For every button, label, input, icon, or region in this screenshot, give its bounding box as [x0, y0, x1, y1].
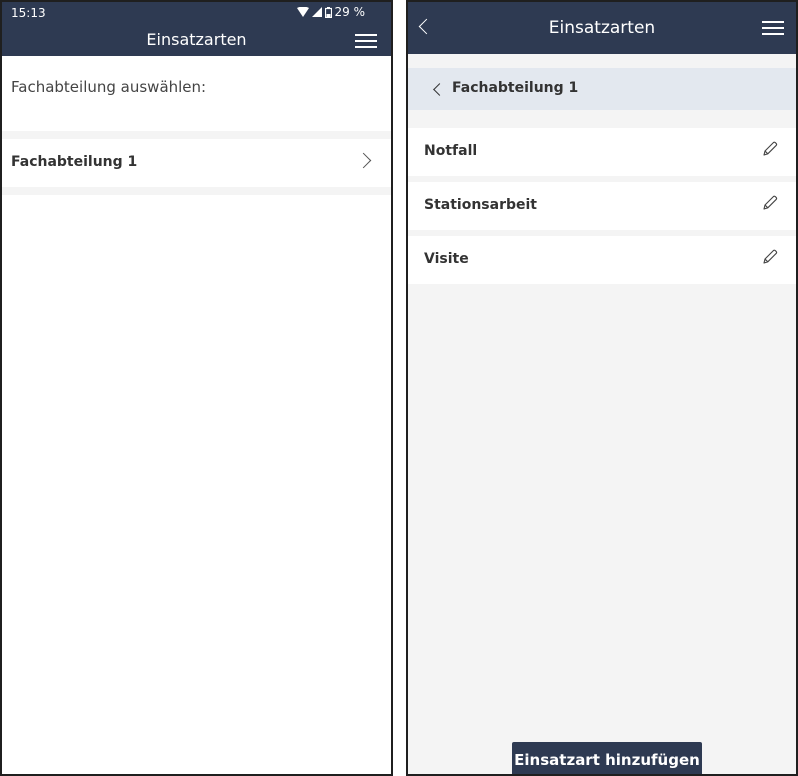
battery-percent: 29 %	[334, 5, 366, 19]
header-bar: Einsatzarten	[2, 24, 391, 56]
pencil-icon[interactable]	[762, 141, 778, 157]
add-assignment-type-button[interactable]: Einsatzart hinzufügen	[512, 742, 702, 774]
select-prompt: Fachabteilung auswählen:	[2, 56, 391, 131]
chevron-right-icon	[355, 152, 372, 169]
content-area	[2, 195, 391, 774]
department-row[interactable]: Fachabteilung 1	[2, 139, 391, 187]
prompt-text: Fachabteilung auswählen:	[11, 78, 207, 96]
pencil-icon[interactable]	[762, 195, 778, 211]
status-icons: 29 %	[296, 5, 366, 19]
chevron-left-icon	[433, 83, 446, 96]
list-item[interactable]: Notfall	[408, 128, 796, 176]
item-label: Stationsarbeit	[424, 197, 537, 213]
list-item[interactable]: Visite	[408, 236, 796, 284]
phone-screen-left: 15:13 29 % Einsatzarten Fachabteilung au…	[0, 0, 393, 776]
wifi-icon	[296, 7, 309, 17]
page-title: Einsatzarten	[548, 18, 656, 38]
page-title: Einsatzarten	[146, 30, 247, 49]
header-bar: Einsatzarten	[408, 2, 796, 54]
pencil-icon[interactable]	[762, 249, 778, 265]
breadcrumb-label: Fachabteilung 1	[452, 80, 579, 96]
department-label: Fachabteilung 1	[11, 154, 138, 170]
phone-screen-right: Einsatzarten Fachabteilung 1 Notfall Sta…	[406, 0, 798, 776]
battery-icon	[324, 6, 332, 18]
item-label: Notfall	[424, 143, 478, 159]
status-bar: 15:13 29 %	[2, 2, 391, 24]
menu-icon[interactable]	[355, 34, 377, 48]
signal-icon	[311, 7, 322, 17]
menu-icon[interactable]	[762, 21, 784, 35]
item-label: Visite	[424, 251, 469, 267]
status-time: 15:13	[11, 6, 46, 20]
breadcrumb[interactable]: Fachabteilung 1	[408, 68, 796, 110]
list-item[interactable]: Stationsarbeit	[408, 182, 796, 230]
